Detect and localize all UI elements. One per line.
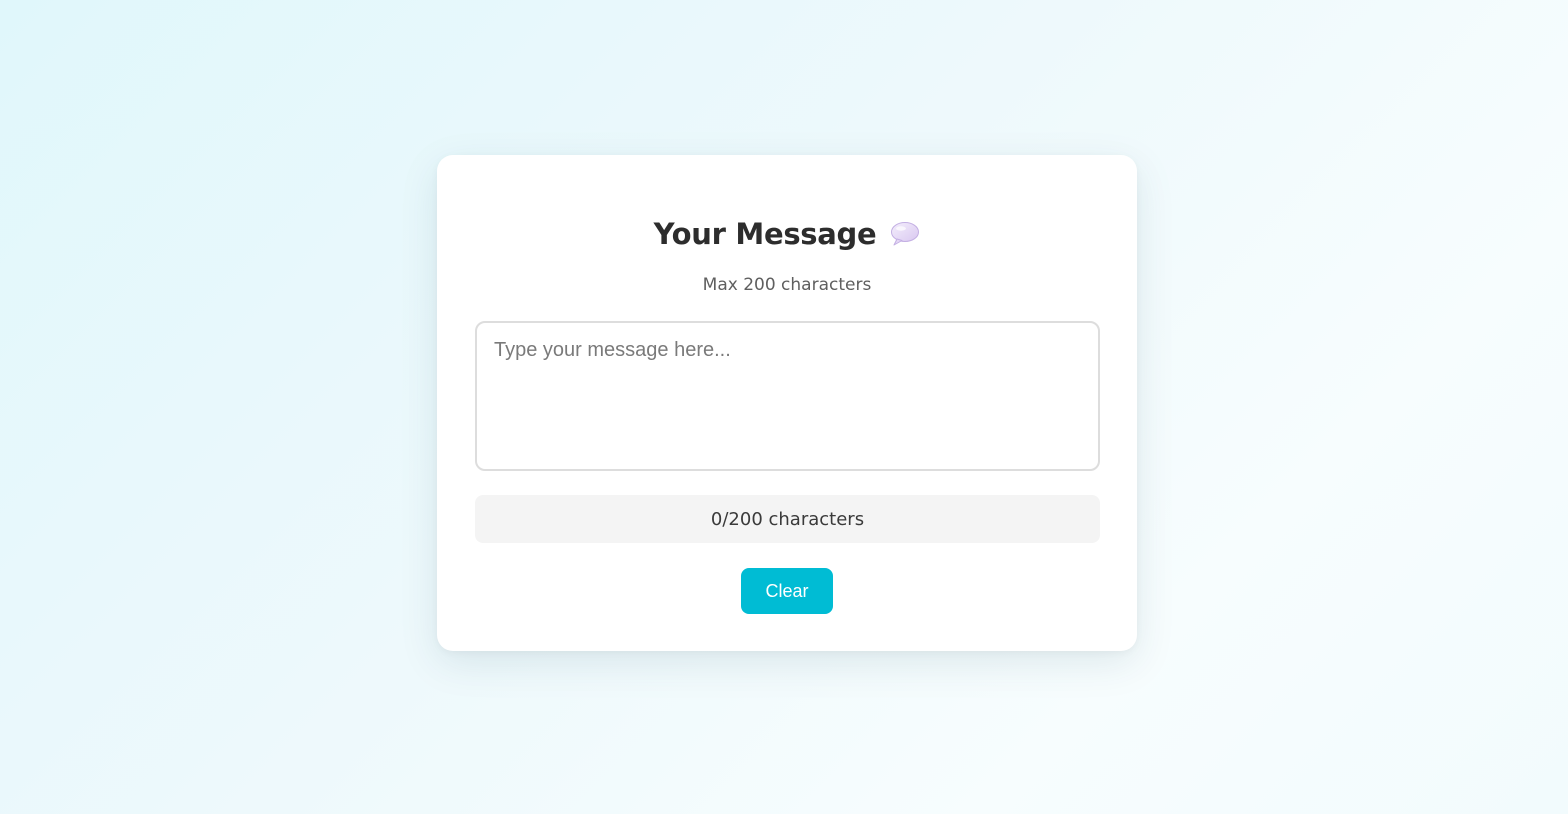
message-card: Your Message Max 200 characters 0/200 ch… — [437, 155, 1137, 651]
character-counter-text: 0/200 characters — [710, 508, 865, 530]
message-textarea[interactable] — [475, 321, 1100, 471]
character-counter: 0/200 characters — [475, 495, 1100, 543]
speech-bubble-icon — [890, 221, 920, 247]
clear-button[interactable]: Clear — [741, 568, 833, 614]
subtitle: Max 200 characters — [702, 275, 872, 295]
title-row: Your Message — [437, 217, 1137, 251]
page-background: { "card": { "title": "Your Message", "ti… — [0, 0, 1568, 814]
page-title: Your Message — [653, 217, 877, 251]
